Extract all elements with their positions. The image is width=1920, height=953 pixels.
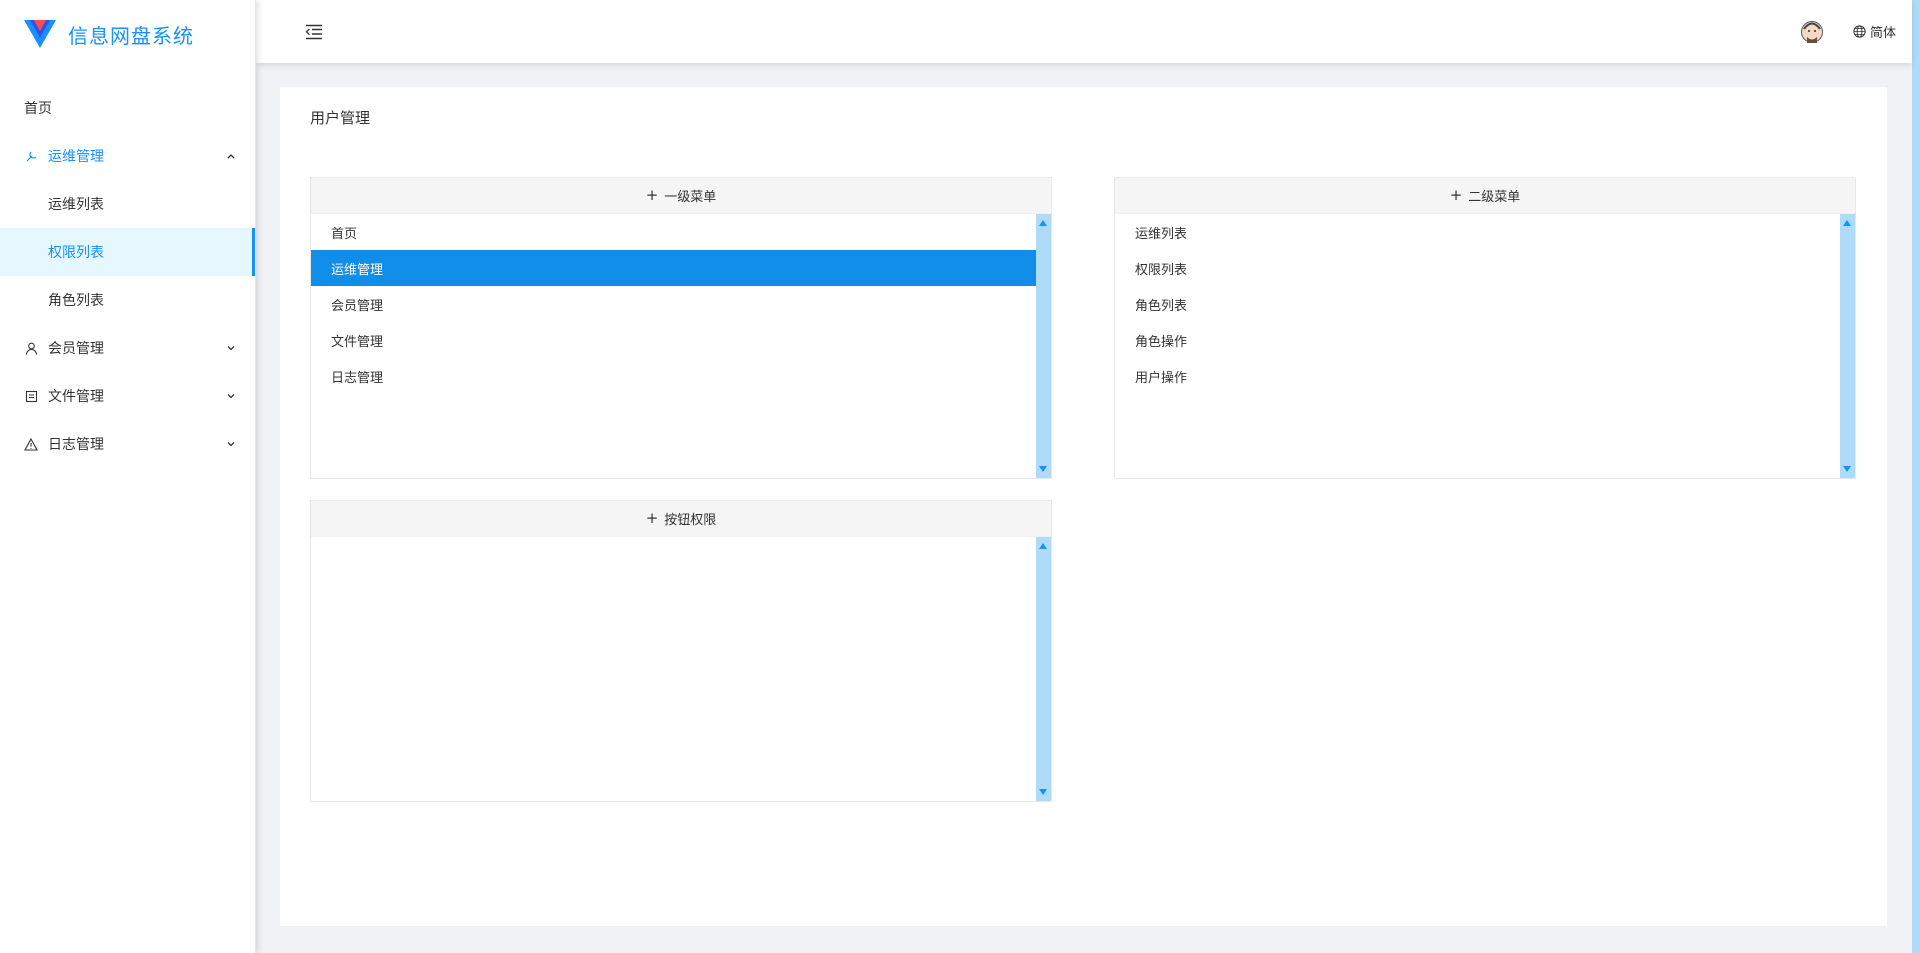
sidebar-item-logs[interactable]: 日志管理 [0, 420, 255, 468]
file-icon [24, 389, 38, 403]
scroll-up-icon[interactable] [1039, 220, 1047, 226]
plus-icon: + [645, 509, 659, 527]
sidebar-item-label: 运维管理 [48, 149, 104, 165]
scrollbar[interactable] [1840, 214, 1855, 478]
page-title: 用户管理 [310, 109, 371, 127]
sidebar-item-role-list[interactable]: 角色列表 [0, 276, 255, 324]
scroll-down-icon[interactable] [1039, 789, 1047, 795]
add-button-permission-button[interactable]: + 按钮权限 [311, 501, 1051, 537]
globe-icon [1853, 25, 1866, 38]
scroll-down-icon[interactable] [1039, 466, 1047, 472]
list-item[interactable]: 运维列表 [1115, 214, 1840, 250]
level2-menu-panel: + 二级菜单 运维列表 权限列表 角色列表 角色操作 用户操作 [1114, 177, 1856, 479]
brand[interactable]: 信息网盘系统 [0, 0, 255, 68]
sidebar-item-label: 会员管理 [48, 341, 104, 357]
page-scrollbar[interactable] [1912, 0, 1920, 953]
plus-icon: + [1449, 186, 1463, 204]
list-item[interactable]: 日志管理 [311, 358, 1036, 394]
sidebar-item-label: 首页 [24, 101, 52, 117]
list-item[interactable]: 首页 [311, 214, 1036, 250]
header-right: 简体 [1800, 20, 1896, 44]
scroll-down-icon[interactable] [1843, 466, 1851, 472]
list-item-selected[interactable]: 运维管理 [311, 250, 1036, 286]
level2-menu-list: 运维列表 权限列表 角色列表 角色操作 用户操作 [1115, 214, 1840, 478]
sidebar-item-permission-list[interactable]: 权限列表 [0, 228, 255, 276]
language-label: 简体 [1869, 26, 1896, 41]
logo-icon [24, 20, 56, 48]
add-level1-menu-button[interactable]: + 一级菜单 [311, 178, 1051, 214]
add-level2-menu-button[interactable]: + 二级菜单 [1115, 178, 1855, 214]
sidebar-item-label: 文件管理 [48, 389, 104, 405]
chevron-down-icon [225, 342, 237, 354]
sidebar-item-label: 角色列表 [48, 293, 104, 309]
user-icon [24, 341, 38, 355]
list-item[interactable]: 会员管理 [311, 286, 1036, 322]
content-card: 用户管理 + 一级菜单 首页 运维管理 会员管理 文件管理 日志管理 + 二级菜… [280, 87, 1887, 926]
panel-title: 一级菜单 [664, 190, 717, 205]
chevron-down-icon [225, 438, 237, 450]
list-item[interactable]: 文件管理 [311, 322, 1036, 358]
level1-menu-panel: + 一级菜单 首页 运维管理 会员管理 文件管理 日志管理 [310, 177, 1052, 479]
level1-menu-list: 首页 运维管理 会员管理 文件管理 日志管理 [311, 214, 1036, 478]
panel-title: 按钮权限 [664, 513, 717, 528]
sidebar-item-ops[interactable]: 运维管理 [0, 132, 255, 180]
warning-icon [24, 437, 38, 451]
sidebar-item-members[interactable]: 会员管理 [0, 324, 255, 372]
menu-fold-icon[interactable] [302, 20, 326, 44]
sidebar-item-label: 权限列表 [48, 245, 104, 261]
list-item[interactable]: 角色操作 [1115, 322, 1840, 358]
button-permission-panel: + 按钮权限 [310, 500, 1052, 802]
scrollbar[interactable] [1036, 537, 1051, 801]
top-header: 简体 [256, 0, 1912, 63]
panel-title: 二级菜单 [1468, 190, 1521, 205]
list-item[interactable]: 用户操作 [1115, 358, 1840, 394]
sidebar-item-files[interactable]: 文件管理 [0, 372, 255, 420]
chevron-up-icon [225, 150, 237, 162]
tool-icon [24, 149, 38, 163]
language-switch[interactable]: 简体 [1853, 22, 1896, 41]
sidebar-item-label: 运维列表 [48, 197, 104, 213]
list-item[interactable]: 角色列表 [1115, 286, 1840, 322]
sidebar: 信息网盘系统 首页 运维管理 运维列表 权限列表 角色列表 会员管理 文件管理 … [0, 0, 256, 953]
brand-title: 信息网盘系统 [68, 23, 194, 48]
scroll-up-icon[interactable] [1843, 220, 1851, 226]
scroll-up-icon[interactable] [1039, 543, 1047, 549]
sidebar-item-home[interactable]: 首页 [0, 84, 255, 132]
list-item[interactable]: 权限列表 [1115, 250, 1840, 286]
sidebar-item-ops-list[interactable]: 运维列表 [0, 180, 255, 228]
plus-icon: + [645, 186, 659, 204]
scrollbar[interactable] [1036, 214, 1051, 478]
button-permission-list [311, 537, 1036, 801]
chevron-down-icon [225, 390, 237, 402]
sidebar-item-label: 日志管理 [48, 437, 104, 453]
sidebar-menu: 首页 运维管理 运维列表 权限列表 角色列表 会员管理 文件管理 日志管理 [0, 84, 255, 468]
avatar[interactable] [1800, 20, 1823, 44]
